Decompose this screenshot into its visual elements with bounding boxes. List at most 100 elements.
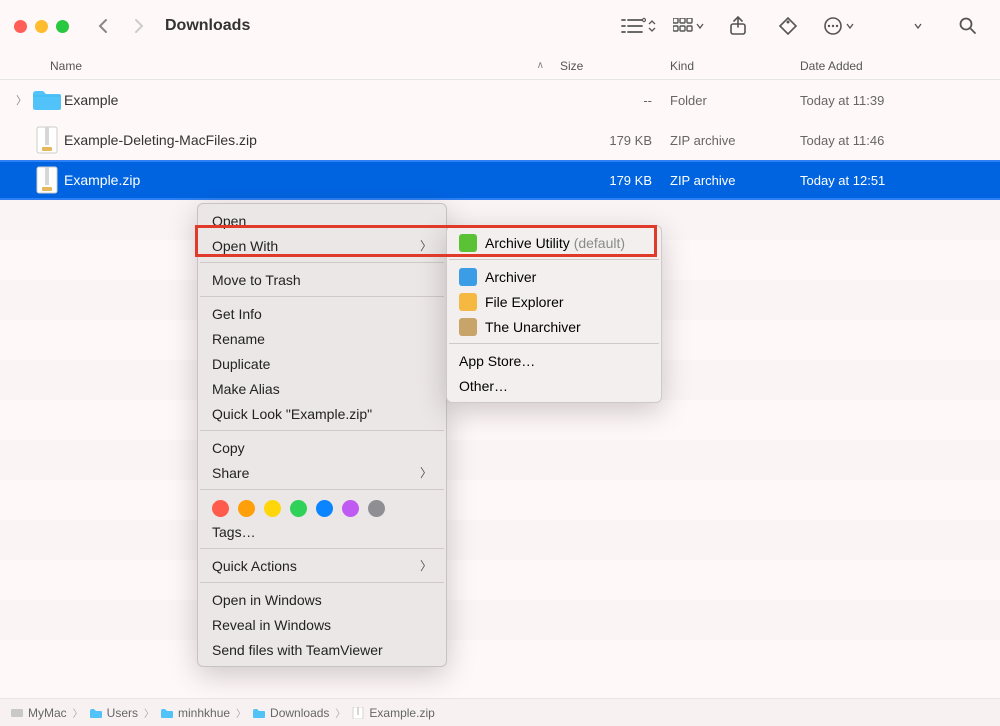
submenu-other-label: Other… (459, 378, 508, 394)
file-kind: ZIP archive (670, 133, 800, 148)
empty-row (0, 400, 1000, 440)
file-date: Today at 11:46 (800, 133, 1000, 148)
forward-button[interactable] (125, 12, 153, 40)
path-segment[interactable]: Example.zip (351, 706, 434, 720)
submenu-file-explorer[interactable]: File Explorer (447, 289, 661, 314)
file-name: Example.zip (64, 172, 560, 188)
column-date[interactable]: Date Added (800, 59, 1000, 73)
archiver-icon (459, 268, 477, 286)
close-window-button[interactable] (14, 20, 27, 33)
empty-row (0, 440, 1000, 480)
menu-tags[interactable]: Tags… (198, 519, 446, 544)
column-header: Name∧ Size Kind Date Added (0, 52, 1000, 80)
zip-icon (30, 166, 64, 194)
tag-yellow[interactable] (264, 500, 281, 517)
file-size: 179 KB (560, 133, 670, 148)
menu-open[interactable]: Open (198, 208, 446, 233)
menu-open-with-label: Open With (212, 238, 278, 254)
path-bar: MyMac 〉 Users 〉 minhkhue 〉 Downloads 〉 E… (0, 698, 1000, 726)
menu-rename[interactable]: Rename (198, 326, 446, 351)
submenu-other[interactable]: Other… (447, 373, 661, 398)
tag-blue[interactable] (316, 500, 333, 517)
chevron-right-icon[interactable] (900, 12, 936, 40)
path-separator-icon: 〉 (144, 705, 154, 720)
menu-open-with[interactable]: Open With 〉 (198, 233, 446, 258)
disclosure-icon[interactable]: 〉 (16, 92, 30, 108)
tag-gray[interactable] (368, 500, 385, 517)
chevron-right-icon: 〉 (420, 464, 432, 481)
menu-share-label: Share (212, 465, 249, 481)
file-row-zip[interactable]: Example-Deleting-MacFiles.zip 179 KB ZIP… (0, 120, 1000, 160)
path-segment[interactable]: MyMac (10, 706, 67, 720)
unarchiver-icon (459, 318, 477, 336)
tag-orange[interactable] (238, 500, 255, 517)
menu-quick-look[interactable]: Quick Look "Example.zip" (198, 401, 446, 426)
menu-separator (200, 430, 444, 431)
open-with-submenu: Archive Utility (default) Archiver File … (446, 225, 662, 403)
path-separator-icon: 〉 (73, 705, 83, 720)
path-segment[interactable]: Users (89, 706, 138, 720)
tag-color-row (198, 494, 446, 519)
path-segment[interactable]: minhkhue (160, 706, 230, 720)
menu-get-info[interactable]: Get Info (198, 301, 446, 326)
file-kind: ZIP archive (670, 173, 800, 188)
menu-copy[interactable]: Copy (198, 435, 446, 460)
submenu-app-label: Archiver (485, 269, 536, 285)
submenu-default-suffix: (default) (574, 235, 625, 251)
menu-send-teamviewer[interactable]: Send files with TeamViewer (198, 637, 446, 662)
submenu-app-store-label: App Store… (459, 353, 535, 369)
search-button[interactable] (950, 12, 986, 40)
chevron-right-icon: 〉 (420, 237, 432, 254)
file-kind: Folder (670, 93, 800, 108)
maximize-window-button[interactable] (56, 20, 69, 33)
menu-separator (200, 582, 444, 583)
menu-separator (200, 489, 444, 490)
back-button[interactable] (89, 12, 117, 40)
path-separator-icon: 〉 (236, 705, 246, 720)
menu-quick-actions[interactable]: Quick Actions 〉 (198, 553, 446, 578)
column-size[interactable]: Size (560, 59, 670, 73)
submenu-unarchiver[interactable]: The Unarchiver (447, 314, 661, 339)
file-name: Example-Deleting-MacFiles.zip (64, 132, 560, 148)
menu-move-to-trash[interactable]: Move to Trash (198, 267, 446, 292)
submenu-app-label: The Unarchiver (485, 319, 581, 335)
submenu-archive-utility[interactable]: Archive Utility (default) (447, 230, 661, 255)
menu-separator (200, 548, 444, 549)
submenu-app-store[interactable]: App Store… (447, 348, 661, 373)
menu-reveal-in-windows[interactable]: Reveal in Windows (198, 612, 446, 637)
path-separator-icon: 〉 (335, 705, 345, 720)
share-button[interactable] (720, 12, 756, 40)
menu-share[interactable]: Share 〉 (198, 460, 446, 485)
submenu-archiver[interactable]: Archiver (447, 264, 661, 289)
group-button[interactable] (670, 12, 706, 40)
file-size: 179 KB (560, 173, 670, 188)
menu-open-in-windows[interactable]: Open in Windows (198, 587, 446, 612)
menu-make-alias[interactable]: Make Alias (198, 376, 446, 401)
menu-quick-actions-label: Quick Actions (212, 558, 297, 574)
tag-green[interactable] (290, 500, 307, 517)
minimize-window-button[interactable] (35, 20, 48, 33)
path-label: MyMac (28, 706, 67, 720)
menu-separator (449, 259, 659, 260)
menu-duplicate[interactable]: Duplicate (198, 351, 446, 376)
file-row-folder[interactable]: 〉 Example -- Folder Today at 11:39 (0, 80, 1000, 120)
toolbar: Downloads (0, 0, 1000, 52)
action-button[interactable] (820, 12, 856, 40)
tag-purple[interactable] (342, 500, 359, 517)
empty-row (0, 520, 1000, 560)
context-menu: Open Open With 〉 Move to Trash Get Info R… (197, 203, 447, 667)
empty-row (0, 560, 1000, 600)
tags-button[interactable] (770, 12, 806, 40)
view-list-button[interactable] (620, 12, 656, 40)
column-kind[interactable]: Kind (670, 59, 800, 73)
submenu-default-app-label: Archive Utility (485, 235, 570, 251)
file-row-selected[interactable]: Example.zip 179 KB ZIP archive Today at … (0, 160, 1000, 200)
chevron-right-icon: 〉 (420, 557, 432, 574)
tag-red[interactable] (212, 500, 229, 517)
empty-row (0, 640, 1000, 680)
file-name: Example (64, 92, 560, 108)
file-explorer-icon (459, 293, 477, 311)
path-label: minhkhue (178, 706, 230, 720)
column-name[interactable]: Name∧ (50, 59, 560, 73)
path-segment[interactable]: Downloads (252, 706, 329, 720)
